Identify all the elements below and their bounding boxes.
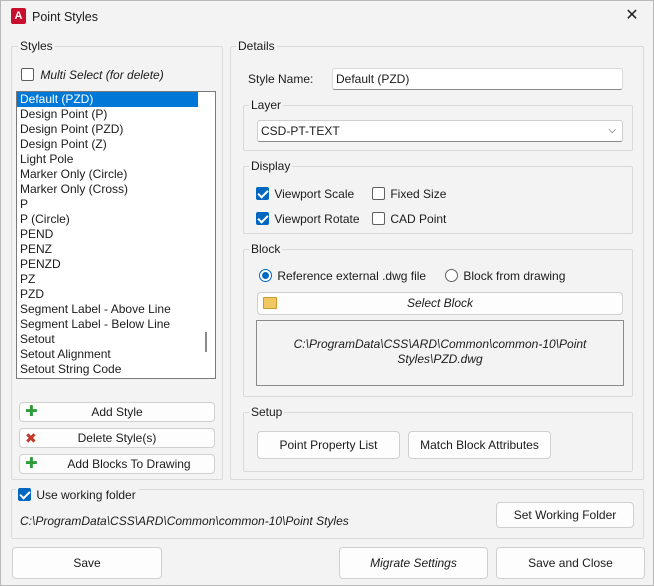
style-list-item[interactable]: Marker Only (Circle) xyxy=(17,167,215,182)
style-list-item[interactable]: Setout Alignment xyxy=(17,347,215,362)
layer-group-label: Layer xyxy=(249,98,284,112)
viewport-rotate-row[interactable]: Viewport Rotate xyxy=(256,211,360,226)
save-and-close-button[interactable]: Save and Close xyxy=(496,547,645,579)
from-drawing-label: Block from drawing xyxy=(463,268,566,283)
layer-value: CSD-PT-TEXT xyxy=(261,124,340,138)
add-style-label: Add Style xyxy=(91,405,143,419)
style-name-input[interactable]: Default (PZD) xyxy=(332,68,623,90)
working-folder-label: Use working folder xyxy=(36,487,136,502)
viewport-scale-row[interactable]: Viewport Scale xyxy=(256,186,354,201)
style-list-item[interactable]: Design Point (Z) xyxy=(17,137,215,152)
window-title: Point Styles xyxy=(32,10,99,24)
style-list-item[interactable]: PENZD xyxy=(17,257,215,272)
cad-point-checkbox[interactable] xyxy=(372,212,385,226)
migrate-settings-button[interactable]: Migrate Settings xyxy=(339,547,488,579)
match-block-attributes-button[interactable]: Match Block Attributes xyxy=(408,431,551,459)
title-bar: A Point Styles ✕ xyxy=(1,1,653,33)
style-list-item[interactable]: Marker Only (Cross) xyxy=(17,182,215,197)
chevron-down-icon: ⌵ xyxy=(608,125,616,136)
block-group-label: Block xyxy=(249,242,283,256)
viewport-rotate-checkbox[interactable] xyxy=(256,212,269,226)
styles-group-label: Styles xyxy=(18,39,55,53)
folder-icon xyxy=(263,297,277,309)
style-list-item[interactable]: PENZ xyxy=(17,242,215,257)
autocad-app-icon: A xyxy=(11,8,26,24)
style-list-item[interactable]: PEND xyxy=(17,227,215,242)
setup-group-label: Setup xyxy=(249,405,285,419)
ref-external-radio[interactable] xyxy=(259,269,272,283)
style-list-item[interactable]: PZ xyxy=(17,272,215,287)
layer-select[interactable]: CSD-PT-TEXT ⌵ xyxy=(257,120,623,142)
select-block-label: Select Block xyxy=(406,296,474,310)
style-list-item[interactable]: Light Pole xyxy=(17,152,215,167)
display-group-label: Display xyxy=(249,159,293,173)
from-drawing-row[interactable]: Block from drawing xyxy=(445,268,565,283)
cad-point-row[interactable]: CAD Point xyxy=(372,211,446,226)
delete-x-icon: ✖ xyxy=(25,430,37,446)
ref-external-row[interactable]: Reference external .dwg file xyxy=(259,268,426,283)
block-path-line1: C:\ProgramData\CSS\ARD\Common\common-10\… xyxy=(293,337,587,351)
delete-style-label: Delete Style(s) xyxy=(77,431,157,445)
block-path-line2: Styles\PZD.dwg xyxy=(397,352,483,366)
working-folder-row[interactable]: Use working folder xyxy=(16,487,139,502)
from-drawing-radio[interactable] xyxy=(445,269,458,283)
details-group-label: Details xyxy=(236,39,277,53)
style-list-item[interactable]: Segment Label - Above Line xyxy=(17,302,215,317)
multi-select-checkbox[interactable] xyxy=(21,68,34,82)
fixed-size-row[interactable]: Fixed Size xyxy=(372,186,446,201)
ref-external-label: Reference external .dwg file xyxy=(277,268,427,283)
style-list-item[interactable]: Setout String Code xyxy=(17,362,215,377)
viewport-scale-checkbox[interactable] xyxy=(256,187,269,201)
style-list-item[interactable]: PZD xyxy=(17,287,215,302)
listbox-scrollbar[interactable] xyxy=(205,332,207,352)
add-blocks-button[interactable]: ✚ Add Blocks To Drawing xyxy=(19,454,215,474)
block-path-box: C:\ProgramData\CSS\ARD\Common\common-10\… xyxy=(256,320,624,386)
working-folder-checkbox[interactable] xyxy=(18,488,31,502)
multi-select-row[interactable]: Multi Select (for delete) xyxy=(21,67,164,82)
style-list-item[interactable]: Design Point (P) xyxy=(17,107,215,122)
add-blocks-label: Add Blocks To Drawing xyxy=(67,457,191,471)
styles-list: Default (PZD) Design Point (P) Design Poin… xyxy=(17,92,215,377)
viewport-rotate-label: Viewport Rotate xyxy=(274,211,360,226)
cad-point-label: CAD Point xyxy=(390,211,447,226)
style-name-label: Style Name: xyxy=(248,72,314,86)
point-property-list-button[interactable]: Point Property List xyxy=(257,431,400,459)
select-block-button[interactable]: Select Block xyxy=(257,292,623,315)
delete-style-button[interactable]: ✖ Delete Style(s) xyxy=(19,428,215,448)
style-list-item[interactable]: P xyxy=(17,197,215,212)
working-folder-path: C:\ProgramData\CSS\ARD\Common\common-10\… xyxy=(20,514,349,528)
plus-icon: ✚ xyxy=(25,455,38,472)
set-working-folder-button[interactable]: Set Working Folder xyxy=(496,502,634,528)
styles-listbox[interactable]: Default (PZD) Design Point (P) Design Poin… xyxy=(16,91,216,379)
style-list-item[interactable]: Setout xyxy=(17,332,215,347)
style-list-item[interactable]: P (Circle) xyxy=(17,212,215,227)
style-list-item[interactable]: Default (PZD) xyxy=(17,92,198,107)
style-list-item[interactable]: Segment Label - Below Line xyxy=(17,317,215,332)
viewport-scale-label: Viewport Scale xyxy=(274,186,355,201)
save-button[interactable]: Save xyxy=(12,547,162,579)
close-icon[interactable]: ✕ xyxy=(621,5,643,27)
fixed-size-checkbox[interactable] xyxy=(372,187,385,201)
point-styles-dialog: A Point Styles ✕ Styles Multi Select (fo… xyxy=(0,0,654,586)
fixed-size-label: Fixed Size xyxy=(390,186,447,201)
style-list-item[interactable]: Design Point (PZD) xyxy=(17,122,215,137)
multi-select-label: Multi Select (for delete) xyxy=(40,67,164,82)
plus-icon: ✚ xyxy=(25,403,38,420)
add-style-button[interactable]: ✚ Add Style xyxy=(19,402,215,422)
